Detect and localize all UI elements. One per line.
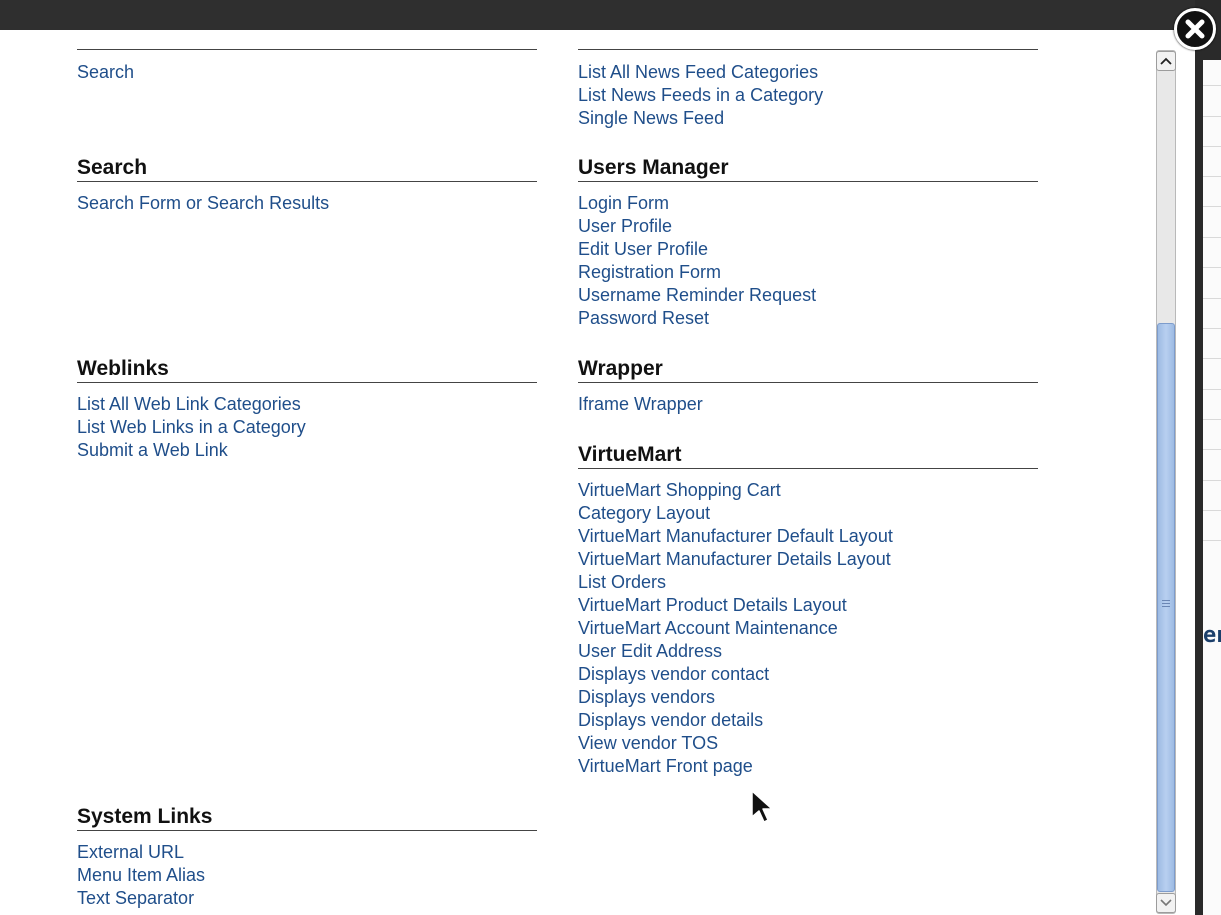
menu-type-link[interactable]: VirtueMart Manufacturer Details Layout xyxy=(578,548,1038,571)
section-heading: Wrapper xyxy=(578,357,1038,383)
chevron-down-icon xyxy=(1160,899,1172,907)
menu-type-link[interactable]: VirtueMart Account Maintenance xyxy=(578,617,1038,640)
section-heading: Search xyxy=(77,156,537,182)
menu-type-link[interactable]: Password Reset xyxy=(578,307,1038,330)
close-modal-button[interactable] xyxy=(1174,8,1216,50)
menu-type-link[interactable]: List Orders xyxy=(578,571,1038,594)
menu-type-link[interactable]: Displays vendor details xyxy=(578,709,1038,732)
scroll-down-button[interactable] xyxy=(1156,893,1176,913)
section-system-links: System Links External URL Menu Item Alia… xyxy=(77,805,537,910)
divider xyxy=(77,49,537,50)
menu-type-link[interactable]: List News Feeds in a Category xyxy=(578,84,1038,107)
chevron-up-icon xyxy=(1160,57,1172,65)
menu-type-link[interactable]: Search Form or Search Results xyxy=(77,192,537,215)
section-users-manager: Users Manager Login Form User Profile Ed… xyxy=(578,156,1038,330)
menu-type-link[interactable]: List Web Links in a Category xyxy=(77,416,537,439)
menu-type-link[interactable]: User Profile xyxy=(578,215,1038,238)
menu-type-link[interactable]: View vendor TOS xyxy=(578,732,1038,755)
section-search: Search Search Form or Search Results xyxy=(77,156,537,215)
overlay-backdrop-top xyxy=(0,0,1221,30)
close-icon xyxy=(1185,19,1205,39)
section-wrapper: Wrapper Iframe Wrapper xyxy=(578,357,1038,416)
section-virtuemart: VirtueMart VirtueMart Shopping Cart Cate… xyxy=(578,443,1038,778)
divider xyxy=(578,49,1038,50)
section-weblinks: Weblinks List All Web Link Categories Li… xyxy=(77,357,537,462)
menu-type-link[interactable]: Category Layout xyxy=(578,502,1038,525)
mouse-cursor-icon xyxy=(751,790,773,823)
menu-type-link[interactable]: User Edit Address xyxy=(578,640,1038,663)
left-top-group: Search xyxy=(77,49,537,84)
menu-type-link[interactable]: Text Separator xyxy=(77,887,537,910)
vertical-scrollbar[interactable] xyxy=(1152,50,1180,914)
background-page: en xyxy=(1203,60,1221,915)
menu-type-link[interactable]: List All Web Link Categories xyxy=(77,393,537,416)
scrollbar-grip-icon xyxy=(1162,600,1170,609)
menu-type-link[interactable]: Single News Feed xyxy=(578,107,1038,130)
menu-type-link[interactable]: VirtueMart Shopping Cart xyxy=(578,479,1038,502)
menu-type-link[interactable]: External URL xyxy=(77,841,537,864)
menu-type-link[interactable]: Edit User Profile xyxy=(578,238,1038,261)
menu-type-link[interactable]: List All News Feed Categories xyxy=(578,61,1038,84)
menu-type-link[interactable]: VirtueMart Manufacturer Default Layout xyxy=(578,525,1038,548)
menu-type-link[interactable]: Submit a Web Link xyxy=(77,439,537,462)
modal-content: Search Search Search Form or Search Resu… xyxy=(10,30,1150,915)
menu-item-type-modal: Search Search Search Form or Search Resu… xyxy=(10,30,1195,915)
menu-type-link[interactable]: VirtueMart Product Details Layout xyxy=(578,594,1038,617)
menu-type-link[interactable]: Displays vendor contact xyxy=(578,663,1038,686)
menu-type-link[interactable]: Iframe Wrapper xyxy=(578,393,1038,416)
menu-type-link[interactable]: VirtueMart Front page xyxy=(578,755,1038,778)
section-heading: System Links xyxy=(77,805,537,831)
menu-type-link[interactable]: Login Form xyxy=(578,192,1038,215)
right-top-group: List All News Feed Categories List News … xyxy=(578,49,1038,130)
scroll-up-button[interactable] xyxy=(1156,51,1176,71)
menu-type-link[interactable]: Registration Form xyxy=(578,261,1038,284)
menu-type-link[interactable]: Menu Item Alias xyxy=(77,864,537,887)
scrollbar-thumb[interactable] xyxy=(1157,323,1175,892)
menu-type-link[interactable]: Username Reminder Request xyxy=(578,284,1038,307)
menu-type-link[interactable]: Search xyxy=(77,61,537,84)
background-text-fragment: en xyxy=(1203,623,1221,648)
menu-type-link[interactable]: Displays vendors xyxy=(578,686,1038,709)
section-heading: Weblinks xyxy=(77,357,537,383)
section-heading: Users Manager xyxy=(578,156,1038,182)
section-heading: VirtueMart xyxy=(578,443,1038,469)
